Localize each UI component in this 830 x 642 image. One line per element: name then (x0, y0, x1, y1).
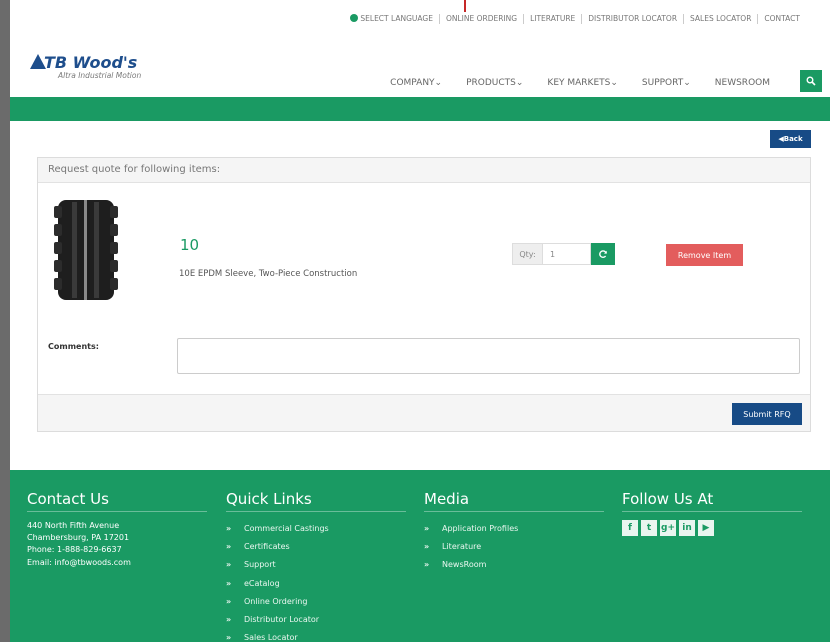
rfq-panel: Request quote for following items: 10 10… (37, 157, 811, 432)
item-number[interactable]: 10 (180, 236, 199, 254)
globe-icon (350, 14, 359, 22)
panel-heading: Request quote for following items: (38, 158, 810, 183)
search-icon (806, 76, 816, 86)
double-chevron-icon: » (226, 578, 232, 588)
green-banner (10, 97, 830, 121)
item-description: 10E EPDM Sleeve, Two-Piece Construction (179, 269, 358, 279)
footer-link[interactable]: » Literature (424, 538, 604, 556)
chevron-down-icon: ⌄ (683, 78, 691, 88)
double-chevron-icon: » (424, 524, 430, 533)
footer-link[interactable]: » Distributor Locator (226, 611, 406, 629)
product-image (54, 200, 118, 300)
main-nav: COMPANY⌄ PRODUCTS⌄ KEY MARKETS⌄ SUPPORT⌄… (378, 78, 782, 88)
distributor-locator-link[interactable]: DISTRIBUTOR LOCATOR (581, 14, 683, 24)
double-chevron-icon: » (424, 560, 430, 570)
footer-link-label: NewsRoom (442, 560, 487, 570)
follow-title: Follow Us At (622, 490, 802, 512)
site-footer: Contact Us 440 North Fifth Avenue Chambe… (10, 470, 830, 642)
cursor-marker (464, 0, 466, 12)
footer-link-label: Support (244, 560, 276, 570)
double-chevron-icon: » (226, 542, 232, 552)
footer-link-label: Application Profiles (442, 524, 519, 533)
remove-item-button[interactable]: Remove Item (666, 244, 743, 266)
nav-key-markets[interactable]: KEY MARKETS⌄ (535, 78, 629, 88)
comments-textarea[interactable] (177, 338, 800, 374)
panel-footer: Submit RFQ (38, 394, 810, 431)
contact-city-line: Chambersburg, PA 17201 (27, 533, 130, 543)
footer-link-label: Commercial Castings (244, 524, 329, 533)
submit-rfq-button[interactable]: Submit RFQ (732, 403, 802, 425)
nav-support[interactable]: SUPPORT⌄ (630, 78, 703, 88)
update-qty-button[interactable] (591, 243, 615, 265)
follow-column: Follow Us At f t g+ in ▶ (622, 490, 802, 536)
twitter-icon[interactable]: t (641, 520, 657, 536)
chevron-down-icon: ⌄ (515, 78, 524, 88)
nav-newsroom[interactable]: NEWSROOM (703, 78, 782, 88)
media-title: Media (424, 490, 604, 512)
nav-company[interactable]: COMPANY⌄ (378, 78, 454, 88)
footer-link[interactable]: » Application Profiles (424, 520, 604, 538)
refresh-icon (599, 250, 607, 259)
linkedin-icon[interactable]: in (679, 520, 695, 536)
contact-column: Contact Us 440 North Fifth Avenue Chambe… (27, 490, 207, 569)
footer-link[interactable]: » Online Ordering (226, 593, 406, 611)
double-chevron-icon: » (226, 596, 232, 606)
back-label: Back (783, 135, 803, 143)
footer-link[interactable]: » NewsRoom (424, 556, 604, 574)
footer-link-label: Literature (442, 542, 482, 552)
double-chevron-icon: » (226, 524, 232, 533)
search-button[interactable] (800, 70, 822, 92)
contact-email-line[interactable]: Email: info@tbwoods.com (27, 557, 207, 569)
social-icons: f t g+ in ▶ (622, 520, 802, 536)
footer-link-label: eCatalog (244, 578, 280, 588)
literature-link[interactable]: LITERATURE (523, 14, 581, 24)
double-chevron-icon: » (226, 633, 232, 642)
double-chevron-icon: » (226, 615, 232, 625)
back-button[interactable]: ◀ Back (770, 130, 811, 148)
footer-link-label: Sales Locator (244, 633, 298, 642)
facebook-icon[interactable]: f (622, 520, 638, 536)
quick-links-column: Quick Links » Commercial Castings » Certif… (226, 490, 406, 642)
page: SELECT LANGUAGE ONLINE ORDERING LITERATU… (10, 0, 830, 642)
double-chevron-icon: » (226, 560, 232, 570)
nav-key-markets-label: KEY MARKETS (547, 78, 611, 88)
footer-link[interactable]: » Commercial Castings (226, 520, 406, 538)
footer-link[interactable]: » Sales Locator (226, 629, 406, 642)
contact-address-line: 440 North Fifth Avenue (27, 521, 120, 530)
quantity-group: Qty: 1 (512, 243, 615, 265)
contact-link[interactable]: CONTACT (757, 14, 806, 24)
logo-brand: TB Wood's (44, 53, 138, 72)
utility-bar: SELECT LANGUAGE ONLINE ORDERING LITERATU… (10, 0, 830, 40)
nav-products[interactable]: PRODUCTS⌄ (454, 78, 535, 88)
qty-input[interactable]: 1 (543, 243, 591, 265)
chevron-down-icon: ⌄ (434, 78, 443, 88)
select-language-link[interactable]: SELECT LANGUAGE (344, 14, 439, 24)
footer-link[interactable]: » Certificates (226, 538, 406, 556)
nav-support-label: SUPPORT (641, 78, 684, 88)
online-ordering-link[interactable]: ONLINE ORDERING (438, 14, 523, 24)
qty-label: Qty: (512, 243, 543, 265)
footer-link-label: Certificates (244, 542, 290, 552)
site-header: TB Wood's Altra Industrial Motion COMPAN… (10, 40, 830, 97)
footer-link[interactable]: » Support (226, 556, 406, 574)
double-chevron-icon: » (424, 542, 430, 552)
google-plus-icon[interactable]: g+ (660, 520, 676, 536)
select-language-label: SELECT LANGUAGE (360, 14, 433, 23)
footer-link-label: Online Ordering (244, 596, 308, 606)
sales-locator-link[interactable]: SALES LOCATOR (683, 14, 757, 24)
nav-company-label: COMPANY (390, 78, 435, 88)
footer-link-label: Distributor Locator (244, 615, 320, 625)
nav-products-label: PRODUCTS (466, 78, 516, 88)
comments-label: Comments: (48, 342, 99, 351)
contact-title: Contact Us (27, 490, 207, 512)
chevron-down-icon: ⌄ (610, 78, 618, 88)
media-column: Media » Application Profiles » Literature … (424, 490, 604, 575)
contact-phone-line: Phone: 1-888-829-6637 (27, 545, 122, 555)
youtube-icon[interactable]: ▶ (698, 520, 714, 536)
quick-links-title: Quick Links (226, 490, 406, 512)
footer-link[interactable]: » eCatalog (226, 575, 406, 593)
logo-tagline: Altra Industrial Motion (58, 71, 142, 80)
